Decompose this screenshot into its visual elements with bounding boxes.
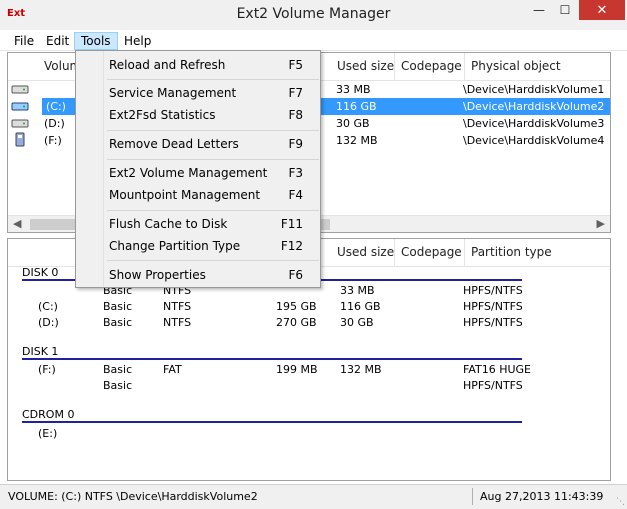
usb-drive-icon [15, 132, 25, 147]
menu-help[interactable]: Help [118, 32, 157, 50]
partition-row[interactable]: Basic HPFS/NTFS [8, 377, 610, 394]
menu-separator [107, 79, 319, 80]
disk-divider [22, 358, 522, 360]
disk-label: DISK 1 [22, 345, 59, 358]
disk-label: DISK 0 [22, 266, 59, 279]
menu-item-ext2-volume-management[interactable]: Ext2 Volume Management F3 [109, 163, 317, 183]
menu-item-change-partition-type[interactable]: Change Partition Type F12 [109, 236, 317, 256]
menu-item-service-management[interactable]: Service Management F7 [109, 83, 317, 103]
disk-label: CDROM 0 [22, 408, 75, 421]
partition-row[interactable]: (C:) Basic NTFS 195 GB 116 GB HPFS/NTFS [8, 298, 610, 315]
col-volume[interactable]: Volum [8, 53, 76, 80]
title-bar: Ext Ext2 Volume Manager — ☐ ✕ [0, 0, 627, 30]
status-bar: VOLUME: (C:) NTFS \Device\HarddiskVolume… [0, 484, 627, 509]
scroll-left-icon[interactable]: ◀ [13, 217, 21, 230]
col-used-size[interactable]: Used size [321, 53, 395, 80]
status-datetime: Aug 27,2013 11:43:39 [480, 490, 604, 503]
menu-separator [107, 130, 319, 131]
disk-divider [22, 421, 522, 423]
menu-separator [107, 210, 319, 211]
menu-file[interactable]: File [8, 32, 40, 50]
close-button[interactable]: ✕ [579, 0, 625, 20]
menu-tools[interactable]: Tools [74, 32, 118, 50]
menu-item-show-properties[interactable]: Show Properties F6 [109, 265, 317, 285]
tools-dropdown-menu: Reload and Refresh F5 Service Management F… [75, 50, 321, 288]
minimize-button[interactable]: — [526, 0, 552, 20]
menu-item-ext2fsd-statistics[interactable]: Ext2Fsd Statistics F8 [109, 105, 317, 125]
menu-bar: File Edit Tools Help [0, 30, 627, 51]
partition-row[interactable]: (D:) Basic NTFS 270 GB 30 GB HPFS/NTFS [8, 314, 610, 331]
menu-separator [107, 159, 319, 160]
status-volume: VOLUME: (C:) NTFS \Device\HarddiskVolume… [8, 490, 258, 503]
menu-item-mountpoint-management[interactable]: Mountpoint Management F4 [109, 185, 317, 205]
col-used-size[interactable]: Used size [321, 239, 395, 266]
menu-item-remove-dead-letters[interactable]: Remove Dead Letters F9 [109, 134, 317, 154]
partition-row[interactable]: (E:) [8, 425, 610, 442]
col-codepage[interactable]: Codepage [395, 239, 465, 266]
scroll-right-icon[interactable]: ▶ [597, 217, 605, 230]
menu-separator [107, 260, 319, 261]
maximize-button[interactable]: ☐ [552, 0, 578, 20]
menu-item-flush-cache[interactable]: Flush Cache to Disk F11 [109, 214, 317, 234]
menu-edit[interactable]: Edit [40, 32, 75, 50]
menu-icon-strip [76, 51, 104, 287]
col-physical-object[interactable]: Physical object [465, 53, 610, 80]
hdd-icon [11, 102, 29, 111]
partition-row[interactable]: (F:) Basic FAT 199 MB 132 MB FAT16 HUGE [8, 361, 610, 378]
menu-item-reload-refresh[interactable]: Reload and Refresh F5 [109, 55, 317, 75]
col-partition-type[interactable]: Partition type [465, 239, 610, 266]
status-separator [472, 488, 473, 505]
resize-grip-icon[interactable]: ⋱ [616, 497, 625, 507]
col-codepage[interactable]: Codepage [395, 53, 465, 80]
hdd-icon [11, 85, 29, 94]
hdd-icon [11, 119, 29, 128]
